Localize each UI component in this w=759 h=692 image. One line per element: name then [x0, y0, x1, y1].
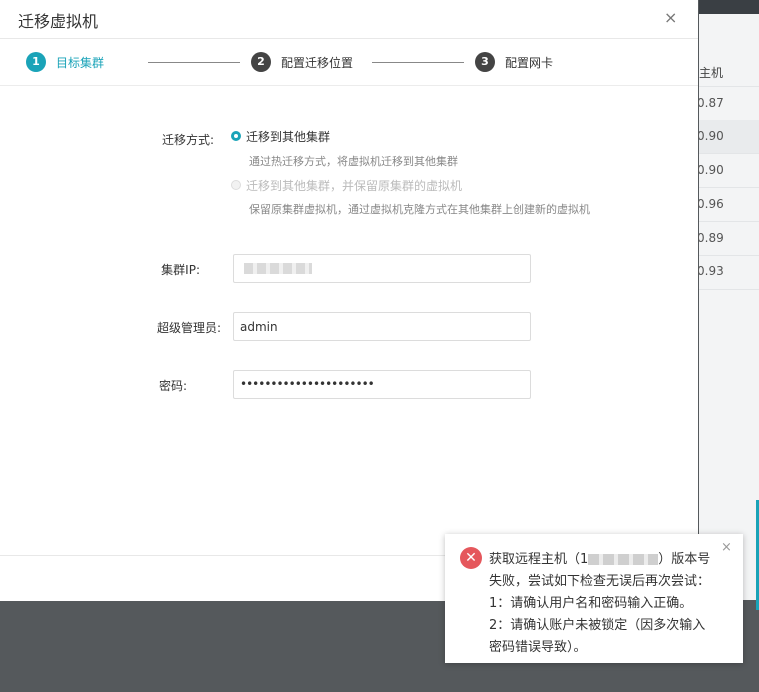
dialog-title: 迁移虚拟机	[18, 12, 99, 31]
step-connector	[372, 62, 464, 63]
radio-migrate-cluster[interactable]	[231, 131, 241, 141]
password-label: 密码:	[158, 379, 187, 393]
step-3-label: 配置网卡	[505, 56, 554, 70]
password-input[interactable]: ••••••••••••••••••••••	[233, 370, 531, 399]
notification-line-4: 2：请确认账户未被锁定（因多次输入	[489, 618, 706, 633]
step-1-label: 目标集群	[56, 56, 105, 70]
notification-line-2: 失败，尝试如下检查无误后再次尝试：	[489, 574, 711, 589]
dialog-header: 迁移虚拟机 ×	[0, 0, 698, 39]
admin-label: 超级管理员:	[156, 321, 221, 335]
background-cell: 0.90	[697, 129, 724, 143]
step-1-number: 1	[26, 52, 46, 72]
background-cell: 0.89	[697, 231, 724, 245]
notification-close-icon[interactable]: ×	[721, 540, 732, 555]
cluster-ip-label: 集群IP:	[161, 263, 200, 277]
background-cell: 0.90	[697, 163, 724, 177]
close-icon[interactable]: ×	[664, 8, 677, 28]
migrate-vm-dialog: 迁移虚拟机 × 1 目标集群 2 配置迁移位置 3 配置网卡 迁移方式: 迁移到…	[0, 0, 698, 601]
step-3-number: 3	[475, 52, 495, 72]
migration-method-label: 迁移方式:	[161, 133, 214, 147]
background-topbar	[699, 0, 759, 14]
notification-line-1-prefix: 获取远程主机（1	[489, 552, 589, 567]
step-connector	[148, 62, 240, 63]
background-row-divider	[699, 289, 759, 290]
error-notification: ✕ × 获取远程主机（1 ）版本号 失败，尝试如下检查无误后再次尝试： 1：请确认…	[445, 534, 743, 663]
option-migrate-cluster-label[interactable]: 迁移到其他集群	[246, 128, 330, 145]
wizard-steps: 1 目标集群 2 配置迁移位置 3 配置网卡	[0, 39, 698, 86]
background-row-divider	[699, 221, 759, 222]
step-2-label: 配置迁移位置	[281, 56, 354, 70]
notification-line-1-suffix: ）版本号	[658, 552, 711, 567]
option-migrate-cluster-hint: 通过热迁移方式，将虚拟机迁移到其他集群	[249, 155, 458, 168]
background-row-divider	[699, 255, 759, 256]
admin-input[interactable]	[233, 312, 531, 341]
error-icon: ✕	[460, 547, 482, 569]
notification-line-5: 密码错误导致）。	[489, 640, 587, 655]
background-cell: 0.93	[697, 264, 724, 278]
background-column-header: 主机	[699, 66, 724, 80]
cluster-ip-input[interactable]	[233, 254, 531, 283]
background-row-divider	[699, 187, 759, 188]
option-keep-original-hint: 保留原集群虚拟机，通过虚拟机克隆方式在其他集群上创建新的虚拟机	[249, 203, 590, 216]
notification-line-1: 获取远程主机（1 ）版本号	[489, 548, 710, 567]
background-cell: 0.96	[697, 197, 724, 211]
radio-migrate-keep-original[interactable]	[231, 180, 241, 190]
background-row-divider	[699, 86, 759, 87]
step-2-number: 2	[251, 52, 271, 72]
notification-line-3: 1：请确认用户名和密码输入正确。	[489, 596, 693, 611]
background-cell: 0.87	[697, 96, 724, 110]
redacted-ip	[244, 263, 312, 274]
redacted-host	[588, 554, 659, 565]
background-row-divider	[699, 153, 759, 154]
option-keep-original-label[interactable]: 迁移到其他集群，并保留原集群的虚拟机	[246, 177, 462, 194]
